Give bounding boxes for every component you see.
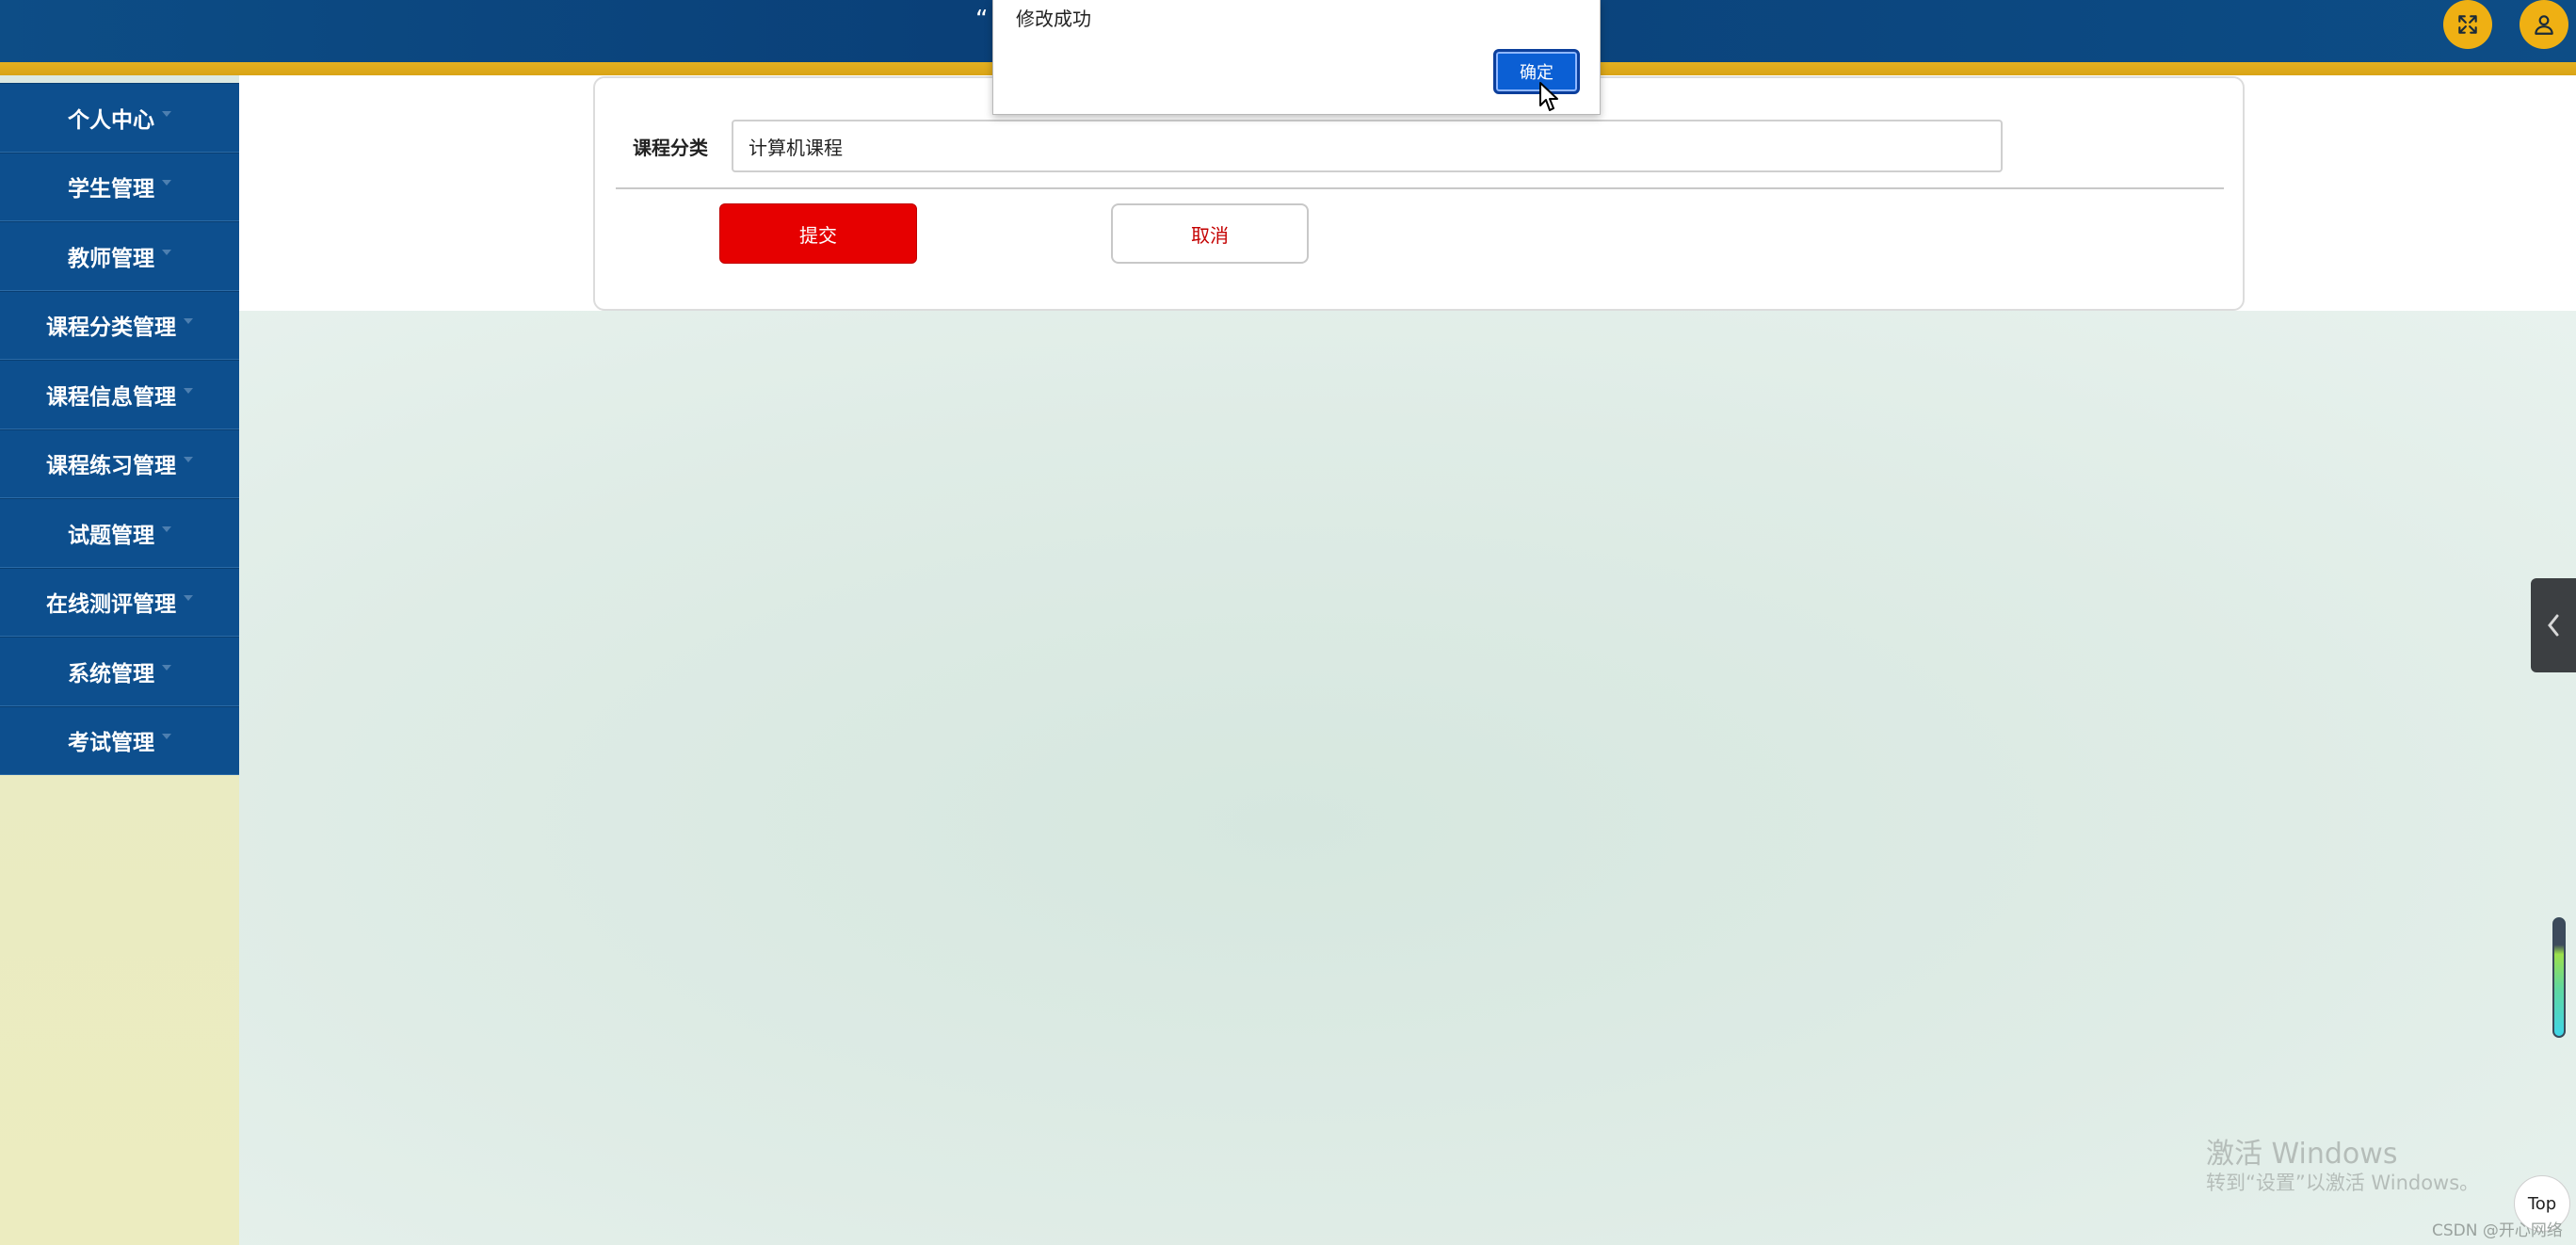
main-background [239, 311, 2576, 1245]
sidebar-item-label: 试题管理 [68, 523, 154, 548]
caret-down-icon [184, 387, 193, 394]
sidebar-item-label: 课程练习管理 [46, 454, 176, 479]
sidebar-item-course-exercise-management[interactable]: 课程练习管理 [0, 428, 239, 498]
sidebar-item-label: 在线测评管理 [46, 592, 176, 618]
submit-button[interactable]: 提交 [719, 203, 917, 264]
sidebar-item-system-management[interactable]: 系统管理 [0, 637, 239, 706]
sidebar-item-label: 学生管理 [68, 177, 154, 202]
course-category-input[interactable] [732, 120, 2003, 172]
alert-message: 修改成功 [1016, 8, 1091, 30]
sidebar-item-online-assessment-management[interactable]: 在线测评管理 [0, 567, 239, 637]
caret-down-icon [184, 595, 193, 602]
caret-down-icon [162, 249, 171, 255]
alert-dialog: 修改成功 确定 [992, 0, 1601, 115]
caret-down-icon [162, 180, 171, 186]
fullscreen-button[interactable] [2443, 0, 2492, 49]
chevron-left-icon [2548, 614, 2559, 637]
sidebar-item-teacher-management[interactable]: 教师管理 [0, 221, 239, 291]
alert-ok-button[interactable]: 确定 [1493, 49, 1580, 94]
caret-down-icon [162, 110, 171, 117]
caret-down-icon [184, 457, 193, 463]
sidebar-item-label: 个人中心 [68, 107, 154, 133]
side-panel-toggle[interactable] [2531, 578, 2576, 672]
sidebar-item-personal-center[interactable]: 个人中心 [0, 83, 239, 153]
sidebar-item-question-management[interactable]: 试题管理 [0, 498, 239, 568]
user-icon [2535, 15, 2553, 35]
windows-activation-title: 激活 Windows [2206, 1138, 2398, 1171]
sidebar-item-label: 考试管理 [68, 731, 154, 756]
caret-down-icon [162, 664, 171, 671]
sidebar-item-student-management[interactable]: 学生管理 [0, 152, 239, 221]
mouse-cursor-icon [1539, 82, 1558, 111]
caret-down-icon [162, 734, 171, 740]
sidebar-item-course-info-management[interactable]: 课程信息管理 [0, 360, 239, 429]
user-button[interactable] [2520, 0, 2568, 49]
sidebar-item-label: 课程分类管理 [46, 315, 176, 341]
sidebar-menu: 个人中心 学生管理 教师管理 课程分类管理 课程信息管理 课程练习管理 试题管理… [0, 83, 239, 775]
expand-arrows-icon [2458, 15, 2477, 34]
header-title: “ [975, 6, 989, 34]
cancel-button[interactable]: 取消 [1111, 203, 1309, 264]
sidebar-item-exam-management[interactable]: 考试管理 [0, 705, 239, 775]
sidebar-item-label: 系统管理 [68, 661, 154, 687]
sidebar-item-label: 课程信息管理 [46, 384, 176, 410]
csdn-watermark: CSDN @开心网络 [2432, 1221, 2563, 1240]
vertical-gauge [2552, 917, 2566, 1038]
form-divider [616, 187, 2224, 189]
windows-activation-subtitle: 转到“设置”以激活 Windows。 [2206, 1172, 2480, 1194]
caret-down-icon [162, 525, 171, 532]
sidebar-item-course-category-management[interactable]: 课程分类管理 [0, 290, 239, 360]
sidebar: 个人中心 学生管理 教师管理 课程分类管理 课程信息管理 课程练习管理 试题管理… [0, 83, 239, 1245]
sidebar-item-label: 教师管理 [68, 246, 154, 271]
caret-down-icon [184, 318, 193, 325]
course-category-label: 课程分类 [633, 137, 708, 159]
